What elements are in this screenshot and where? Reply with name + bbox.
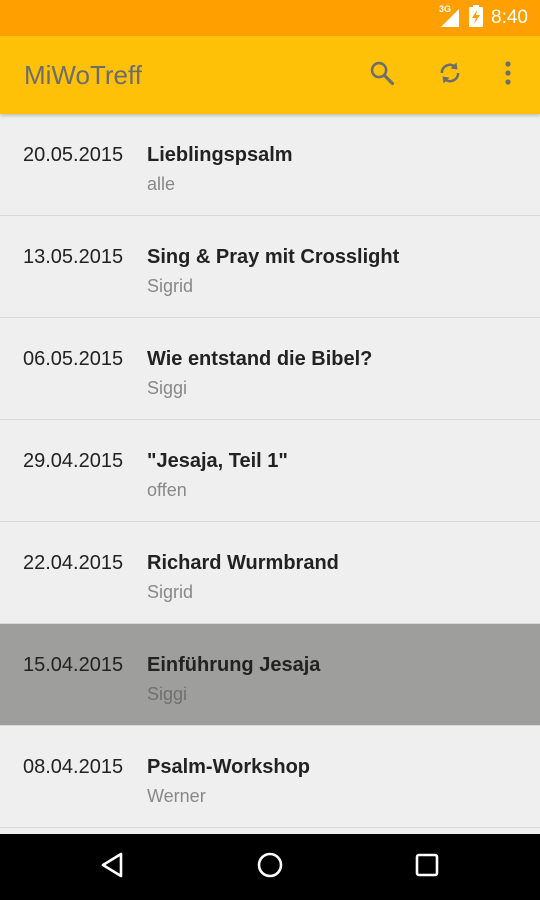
event-title: Lieblingspsalm — [147, 144, 293, 166]
event-title: "Jesaja, Teil 1" — [147, 450, 288, 472]
event-title: Wie entstand die Bibel? — [147, 348, 373, 370]
back-triangle-icon — [99, 851, 127, 884]
refresh-icon — [436, 59, 464, 92]
search-icon — [368, 59, 396, 92]
battery-charging-icon — [469, 4, 484, 32]
event-date: 15.04.2015 — [23, 654, 124, 676]
event-host: Siggi — [147, 684, 188, 704]
event-date: 29.04.2015 — [23, 450, 124, 472]
event-date: 13.05.2015 — [23, 246, 124, 268]
cell-signal-icon: 3G — [439, 4, 461, 29]
refresh-button[interactable] — [428, 53, 472, 97]
list-item[interactable]: 08.04.2015 Psalm-Workshop Werner — [0, 726, 540, 828]
event-host: alle — [147, 174, 176, 194]
event-host: offen — [147, 480, 187, 500]
event-date: 08.04.2015 — [23, 756, 124, 778]
event-date: 22.04.2015 — [23, 552, 124, 574]
recents-button[interactable] — [402, 842, 452, 892]
event-host: Sigrid — [147, 276, 194, 296]
back-button[interactable] — [88, 842, 138, 892]
more-vert-icon — [503, 59, 513, 92]
list-item-selected[interactable]: 15.04.2015 Einführung Jesaja Siggi — [0, 624, 540, 726]
clock: 8:40 — [491, 7, 528, 28]
navigation-bar — [0, 834, 540, 900]
event-list: 20.05.2015 Lieblingspsalm alle 13.05.201… — [0, 114, 540, 834]
list-item[interactable]: 22.04.2015 Richard Wurmbrand Sigrid — [0, 522, 540, 624]
event-title: Sing & Pray mit Crosslight — [147, 246, 400, 268]
app-bar: MiWoTreff — [0, 36, 540, 114]
list-item[interactable]: 13.05.2015 Sing & Pray mit Crosslight Si… — [0, 216, 540, 318]
list-item[interactable]: 20.05.2015 Lieblingspsalm alle — [0, 114, 540, 216]
list-item[interactable]: 29.04.2015 "Jesaja, Teil 1" offen — [0, 420, 540, 522]
recents-square-icon — [414, 852, 440, 883]
event-date: 06.05.2015 — [23, 348, 124, 370]
home-button[interactable] — [245, 842, 295, 892]
status-bar: 3G 8:40 — [0, 0, 540, 36]
network-type-label: 3G — [439, 4, 452, 14]
event-date: 20.05.2015 — [23, 144, 124, 166]
event-host: Sigrid — [147, 582, 194, 602]
event-title: Richard Wurmbrand — [147, 552, 339, 574]
search-button[interactable] — [360, 53, 404, 97]
home-circle-icon — [256, 851, 284, 884]
event-title: Einführung Jesaja — [147, 654, 321, 676]
app-title: MiWoTreff — [24, 60, 142, 90]
list-item[interactable]: 06.05.2015 Wie entstand die Bibel? Siggi — [0, 318, 540, 420]
event-host: Siggi — [147, 378, 188, 398]
status-icons: 3G 8:40 — [439, 0, 528, 36]
overflow-menu-button[interactable] — [486, 53, 530, 97]
event-title: Psalm-Workshop — [147, 756, 310, 778]
event-host: Werner — [147, 786, 206, 806]
